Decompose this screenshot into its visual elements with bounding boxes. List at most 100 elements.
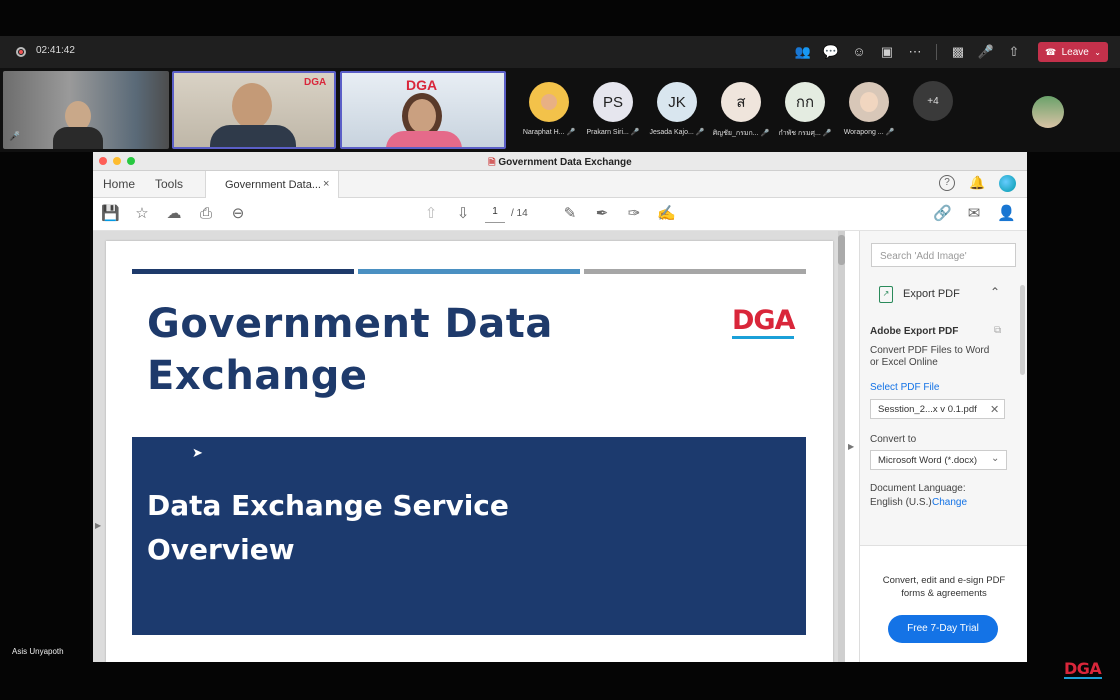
participant-name: Worapong ... 🎤 xyxy=(843,129,895,136)
acrobat-menubar: Home Tools Government Data... × ? 🔔 xyxy=(93,171,1027,198)
share-screen-icon[interactable]: ⇧ xyxy=(1005,43,1023,61)
dga-logo-underline xyxy=(732,336,794,339)
muted-mic-icon: 🎤 xyxy=(566,129,576,136)
document-tab[interactable]: Government Data... × xyxy=(205,171,339,198)
video-tile-speaker[interactable]: 🎤 xyxy=(3,71,169,149)
copy-icon[interactable]: ⧉ xyxy=(994,325,1001,336)
avatar: PS xyxy=(593,82,633,122)
zoom-out-icon[interactable]: ⊖ xyxy=(229,205,247,223)
tile-logo: DGA xyxy=(406,77,438,93)
next-page-icon[interactable]: ⇩ xyxy=(454,205,472,223)
bookmark-star-icon[interactable]: ☆ xyxy=(133,205,151,223)
window-title: 🗎 Government Data Exchange xyxy=(488,157,632,168)
document-title-line1: Government Data xyxy=(147,301,553,347)
dga-watermark: DGA xyxy=(1064,660,1102,679)
avatar: ส xyxy=(721,82,761,122)
roster-participant[interactable]: JK Jesada Kajo... 🎤 xyxy=(647,82,707,136)
document-scroll-thumb[interactable] xyxy=(838,235,845,265)
leave-button[interactable]: ☎ Leave ⌄ xyxy=(1038,42,1108,62)
roster-overflow-button[interactable]: +4 xyxy=(903,81,963,121)
tile-logo: DGA xyxy=(304,77,327,88)
people-icon[interactable]: 👥 xyxy=(794,43,812,61)
document-title-line2: Exchange xyxy=(147,353,368,399)
subtitle-banner: Data Exchange Service Overview ➤ xyxy=(132,437,806,635)
microphone-icon[interactable]: 🎤 xyxy=(977,43,995,61)
participant-name: Jesada Kajo... 🎤 xyxy=(649,129,705,136)
file-name: Sesstion_2...x v 0.1.pdf xyxy=(878,404,977,415)
export-pdf-icon: ↗ xyxy=(879,286,893,303)
reactions-icon[interactable]: ☺ xyxy=(850,43,868,61)
roster-participant[interactable]: Worapong ... 🎤 xyxy=(839,82,899,136)
menu-tools[interactable]: Tools xyxy=(155,177,183,191)
chat-icon[interactable]: 💬 xyxy=(822,43,840,61)
roster-participant[interactable]: PS Prakarn Siri... 🎤 xyxy=(583,82,643,136)
phone-hangup-icon: ☎ xyxy=(1045,46,1057,57)
chevron-down-icon: ⌄ xyxy=(991,453,1000,464)
export-pdf-title: Export PDF xyxy=(903,288,960,300)
leave-label: Leave xyxy=(1061,46,1089,58)
comment-icon[interactable]: ✎ xyxy=(561,205,579,223)
remove-file-icon[interactable]: ✕ xyxy=(990,403,999,416)
overflow-count: +4 xyxy=(913,81,953,121)
video-tile-3[interactable]: DGA xyxy=(340,71,506,149)
print-icon[interactable]: ⎙ xyxy=(197,205,215,223)
mouse-cursor-icon: ➤ xyxy=(192,445,203,460)
page-number-input[interactable]: 1 xyxy=(485,206,505,223)
share-link-icon[interactable]: 🔗 xyxy=(933,205,952,223)
export-pdf-header[interactable]: ↗ Export PDF ⌃ xyxy=(860,277,1027,311)
acrobat-toolbar: 💾 ☆ ☁ ⎙ ⊖ ⇧ ⇩ 1 / 14 ✎ ✒ ✑ ✍ 🔗 ✉ 👤 xyxy=(93,198,1027,231)
avatar: JK xyxy=(657,82,697,122)
document-scrollbar[interactable] xyxy=(838,231,845,662)
chevron-up-icon[interactable]: ⌃ xyxy=(990,285,1000,299)
menu-home[interactable]: Home xyxy=(103,177,135,191)
account-avatar-icon[interactable] xyxy=(999,175,1016,192)
pane-scrollbar[interactable] xyxy=(1020,285,1025,375)
video-strip: 🎤 DGA DGA Naraphat H... 🎤 PS Prakarn Sir… xyxy=(0,68,1120,152)
convert-to-value: Microsoft Word (*.docx) xyxy=(878,455,978,466)
dga-watermark-text: DGA xyxy=(1064,659,1102,678)
roster-participant[interactable]: Naraphat H... 🎤 xyxy=(519,82,579,136)
muted-mic-icon: 🎤 xyxy=(630,129,640,136)
upload-cloud-icon[interactable]: ☁ xyxy=(165,205,183,223)
document-language-label: Document Language: xyxy=(870,483,966,494)
add-user-icon[interactable]: 👤 xyxy=(997,205,1016,223)
participant-name: Naraphat H... 🎤 xyxy=(522,129,576,136)
header-stripe-1 xyxy=(132,269,354,274)
muted-mic-icon: 🎤 xyxy=(695,129,705,136)
active-speaker-name: Asis Unyapoth xyxy=(12,647,64,656)
previous-page-icon[interactable]: ⇧ xyxy=(422,205,440,223)
dga-logo-text: DGA xyxy=(732,305,795,336)
rooms-icon[interactable]: ▣ xyxy=(878,43,896,61)
collapse-right-pane-icon[interactable]: ▶ xyxy=(848,442,854,451)
muted-mic-icon: 🎤 xyxy=(760,130,770,137)
self-view-avatar[interactable] xyxy=(1032,96,1064,128)
expand-left-pane-icon[interactable]: ▶ xyxy=(95,521,101,530)
promo-panel: Convert, edit and e-sign PDF forms & agr… xyxy=(860,545,1027,662)
highlight-pen-icon[interactable]: ✒ xyxy=(593,205,611,223)
sign-icon[interactable]: ✑ xyxy=(625,205,643,223)
recording-icon xyxy=(16,47,26,57)
document-language-value: English (U.S.) xyxy=(870,497,932,508)
fill-sign-icon[interactable]: ✍ xyxy=(657,205,676,223)
participant-name: กำพัช กรมศุ... 🎤 xyxy=(778,130,832,137)
help-icon[interactable]: ? xyxy=(939,175,955,191)
tab-close-icon[interactable]: × xyxy=(323,178,329,190)
save-icon[interactable]: 💾 xyxy=(101,205,120,223)
select-pdf-file-link[interactable]: Select PDF File xyxy=(870,382,939,393)
change-language-link[interactable]: Change xyxy=(932,497,967,508)
header-stripe-3 xyxy=(584,269,806,274)
tools-search-input[interactable]: Search 'Add Image' xyxy=(871,243,1016,267)
roster-participant[interactable]: กก กำพัช กรมศุ... 🎤 xyxy=(775,82,835,139)
notification-bell-icon[interactable]: 🔔 xyxy=(969,175,985,191)
more-icon[interactable]: ⋯ xyxy=(906,43,924,61)
free-trial-button[interactable]: Free 7-Day Trial xyxy=(888,615,998,643)
camera-off-icon[interactable]: ▩ xyxy=(949,43,967,61)
participant-name: Prakarn Siri... 🎤 xyxy=(586,129,640,136)
selected-file-field[interactable]: Sesstion_2...x v 0.1.pdf ✕ xyxy=(870,399,1005,419)
document-viewport[interactable]: ▶ Government Data Exchange DGA Data Exch… xyxy=(93,231,845,662)
participant-name: ศิญชัย_กรมก... 🎤 xyxy=(712,130,770,137)
email-icon[interactable]: ✉ xyxy=(965,205,983,223)
convert-to-select[interactable]: Microsoft Word (*.docx) ⌄ xyxy=(870,450,1007,470)
video-tile-2[interactable]: DGA xyxy=(172,71,336,149)
roster-participant[interactable]: ส ศิญชัย_กรมก... 🎤 xyxy=(711,82,771,139)
